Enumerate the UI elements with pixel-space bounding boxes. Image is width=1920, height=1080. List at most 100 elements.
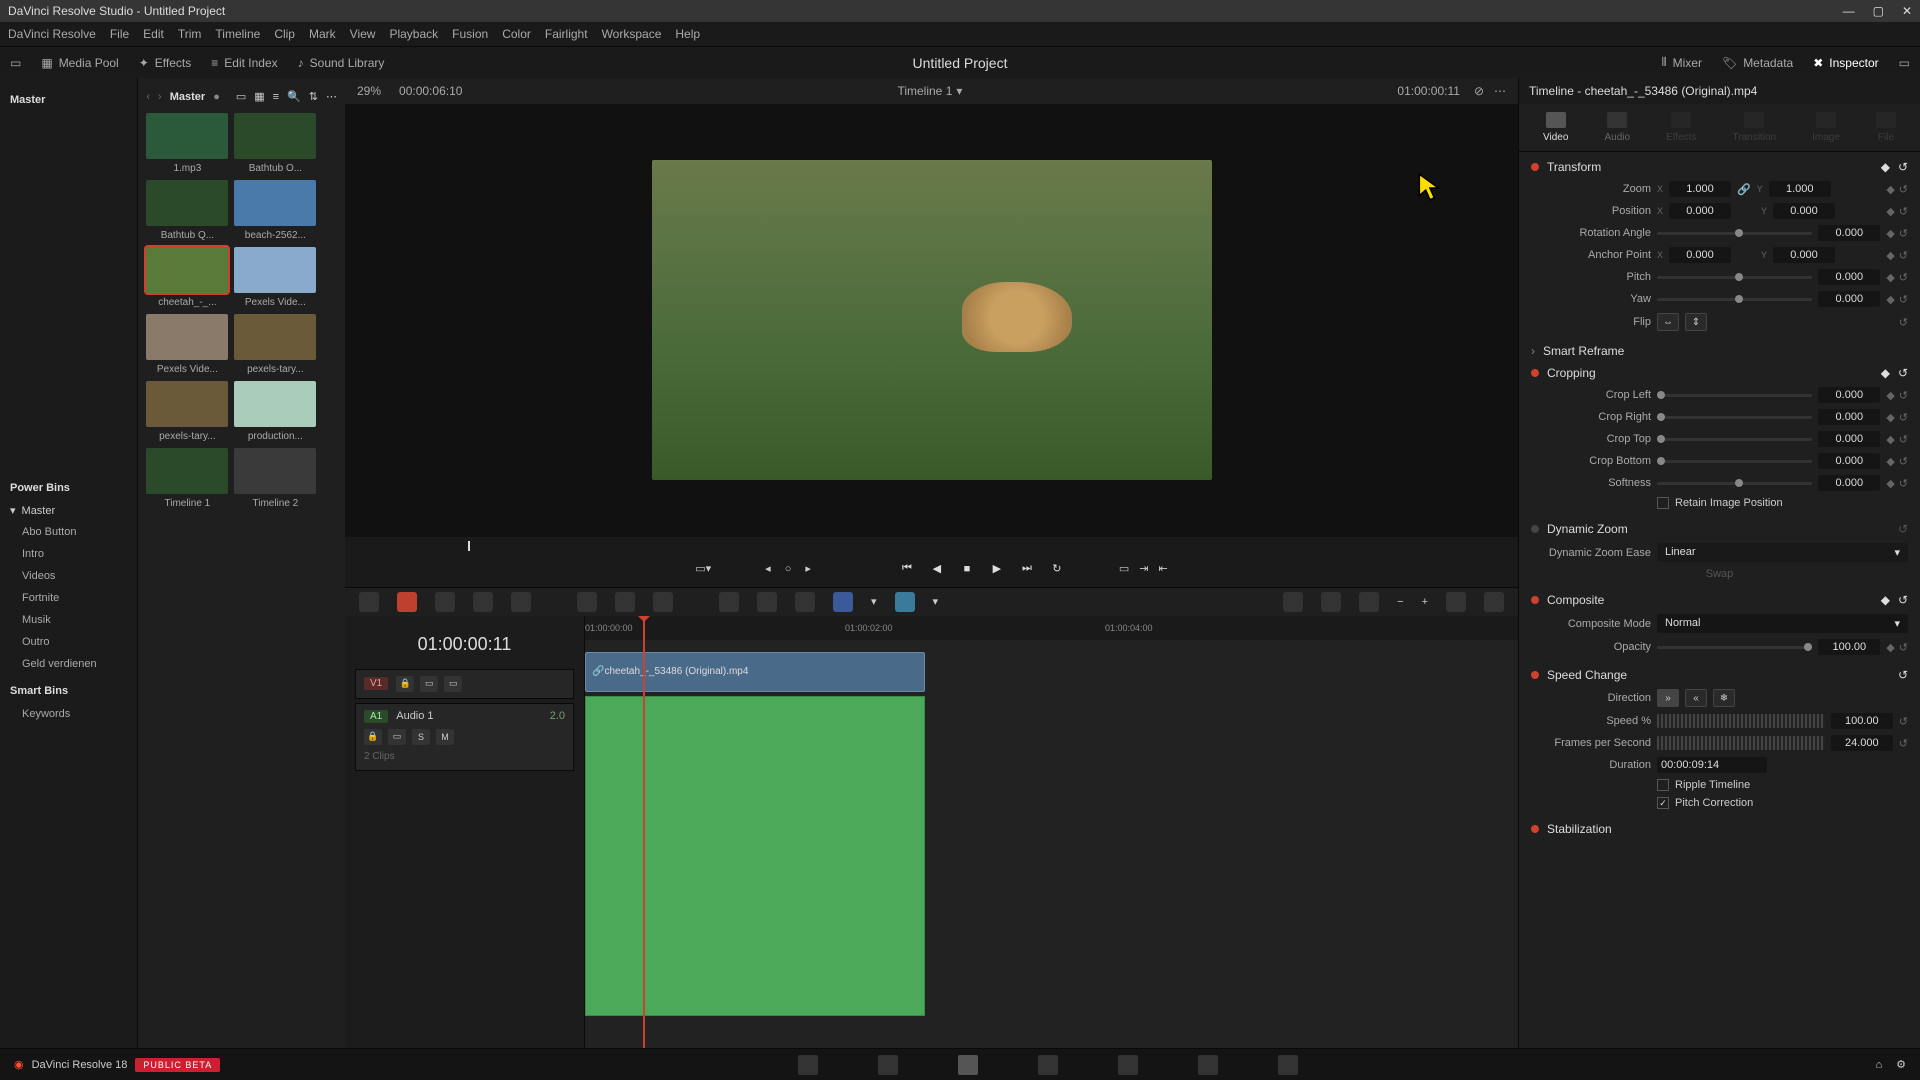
bypass-icon[interactable]: ⊘ — [1474, 84, 1484, 98]
bin-item[interactable]: Intro — [10, 543, 127, 565]
swap-button[interactable]: Swap — [1706, 568, 1734, 580]
reset-icon[interactable]: ↺ — [1899, 205, 1908, 218]
fairlight-page-icon[interactable] — [1198, 1055, 1218, 1075]
speed-slider[interactable] — [1657, 714, 1825, 728]
trim-tool-icon[interactable] — [435, 592, 455, 612]
section-smart-reframe[interactable]: Smart Reframe — [1543, 344, 1624, 358]
window-maximize-icon[interactable]: ▢ — [1873, 4, 1884, 18]
timeline-ruler[interactable]: 01:00:00:00 01:00:02:00 01:00:04:00 — [585, 616, 1518, 640]
video-clip[interactable]: 🔗 cheetah_-_53486 (Original).mp4 — [585, 652, 925, 692]
options-icon[interactable]: ⋯ — [1494, 84, 1506, 98]
keyframe-icon[interactable]: ◆ — [1886, 205, 1894, 218]
match-frame-prev-icon[interactable]: ◂ — [765, 562, 771, 575]
inspector-tab-audio[interactable]: Audio — [1604, 112, 1630, 143]
media-clip[interactable]: Pexels Vide... — [234, 247, 316, 308]
section-enable-dot[interactable] — [1531, 369, 1539, 377]
keyframe-icon[interactable]: ◆ — [1886, 227, 1894, 240]
yaw-slider[interactable] — [1657, 298, 1812, 301]
section-enable-dot[interactable] — [1531, 825, 1539, 833]
reset-icon[interactable]: ↺ — [1899, 316, 1908, 329]
nav-forward-icon[interactable]: › — [158, 91, 162, 103]
keyframe-icon[interactable]: ◆ — [1886, 271, 1894, 284]
window-close-icon[interactable]: ✕ — [1902, 4, 1912, 18]
metadata-button[interactable]: 🏷 Metadata — [1722, 56, 1793, 70]
opacity-slider[interactable] — [1657, 646, 1812, 649]
opacity-field[interactable] — [1818, 639, 1880, 655]
pitch-correction-checkbox[interactable]: ✓ — [1657, 797, 1669, 809]
marker-chevron-icon[interactable]: ▾ — [933, 595, 939, 608]
menu-timeline[interactable]: Timeline — [215, 27, 260, 41]
replace-icon[interactable] — [653, 592, 673, 612]
bin-item[interactable]: Fortnite — [10, 587, 127, 609]
media-pool-button[interactable]: ▦ Media Pool — [41, 56, 118, 70]
nav-back-icon[interactable]: ‹ — [146, 91, 150, 103]
menu-mark[interactable]: Mark — [309, 27, 336, 41]
media-clip[interactable]: pexels-tary... — [234, 314, 316, 375]
tl-options-icon[interactable] — [1484, 592, 1504, 612]
bin-item[interactable]: Outro — [10, 631, 127, 653]
play-icon[interactable]: ▶ — [989, 561, 1005, 577]
direction-forward-button[interactable]: » — [1657, 689, 1679, 707]
speed-field[interactable] — [1831, 713, 1893, 729]
media-clip[interactable]: pexels-tary... — [146, 381, 228, 442]
link-icon[interactable] — [757, 592, 777, 612]
flip-v-button[interactable]: ⇕ — [1685, 313, 1707, 331]
section-title-transform[interactable]: Transform — [1547, 160, 1601, 174]
section-enable-dot[interactable] — [1531, 671, 1539, 679]
power-bins-master[interactable]: ▾ Master — [10, 500, 127, 521]
media-clip[interactable]: Bathtub O... — [234, 113, 316, 174]
zoom-y-field[interactable] — [1769, 181, 1831, 197]
direction-reverse-button[interactable]: « — [1685, 689, 1707, 707]
reset-icon[interactable]: ↺ — [1898, 160, 1908, 174]
auto-select-icon[interactable]: ▭ — [388, 729, 406, 745]
sort-icon[interactable]: ⇅ — [309, 90, 318, 103]
step-back-icon[interactable]: ◀ — [929, 561, 945, 577]
snapping-icon[interactable] — [719, 592, 739, 612]
section-enable-dot[interactable] — [1531, 163, 1539, 171]
reset-icon[interactable]: ↺ — [1898, 522, 1908, 536]
zoom-out-icon[interactable]: − — [1397, 596, 1403, 608]
section-enable-dot[interactable] — [1531, 525, 1539, 533]
blade-tool-icon[interactable] — [511, 592, 531, 612]
section-title-composite[interactable]: Composite — [1547, 593, 1604, 607]
bin-item[interactable]: Videos — [10, 565, 127, 587]
go-end-icon[interactable]: ⏭ — [1019, 561, 1035, 577]
media-clip[interactable]: Timeline 2 — [234, 448, 316, 509]
media-clip[interactable]: Pexels Vide... — [146, 314, 228, 375]
audio-clip[interactable] — [585, 696, 925, 1016]
softness-field[interactable] — [1818, 475, 1880, 491]
color-page-icon[interactable] — [1118, 1055, 1138, 1075]
viewer-scrub-bar[interactable] — [405, 539, 1458, 553]
inspector-button[interactable]: ✖ Inspector — [1813, 56, 1878, 70]
deliver-page-icon[interactable] — [1278, 1055, 1298, 1075]
fps-slider[interactable] — [1657, 736, 1825, 750]
lock-icon[interactable]: 🔒 — [364, 729, 382, 745]
flip-h-button[interactable]: ⇔ — [1657, 313, 1679, 331]
reset-icon[interactable]: ↺ — [1898, 366, 1908, 380]
reset-icon[interactable]: ↺ — [1899, 249, 1908, 262]
timeline-canvas[interactable]: 01:00:00:00 01:00:02:00 01:00:04:00 🔗 ch… — [585, 616, 1518, 1049]
breadcrumb[interactable]: Master — [170, 91, 205, 103]
dynamic-trim-icon[interactable] — [473, 592, 493, 612]
crop-left-slider[interactable] — [1657, 394, 1812, 397]
crop-left-field[interactable] — [1818, 387, 1880, 403]
insert-icon[interactable] — [577, 592, 597, 612]
solo-button[interactable]: S — [412, 729, 430, 745]
pitch-field[interactable] — [1818, 269, 1880, 285]
auto-select-icon[interactable]: ▭ — [420, 676, 438, 692]
media-clip[interactable]: Timeline 1 — [146, 448, 228, 509]
keyframe-icon[interactable]: ◆ — [1886, 249, 1894, 262]
view-strip-icon[interactable]: ▭ — [236, 90, 246, 103]
media-clip[interactable]: production... — [234, 381, 316, 442]
keyframe-icon[interactable]: ◆ — [1886, 183, 1894, 196]
ease-select[interactable]: Linear▾ — [1657, 543, 1908, 562]
menu-trim[interactable]: Trim — [178, 27, 202, 41]
search-icon[interactable]: 🔍 — [287, 90, 301, 103]
cut-page-icon[interactable] — [878, 1055, 898, 1075]
menu-workspace[interactable]: Workspace — [602, 27, 662, 41]
edit-page-icon[interactable] — [958, 1055, 978, 1075]
smart-bin-item[interactable]: Keywords — [10, 703, 127, 725]
media-clip[interactable]: Bathtub Q... — [146, 180, 228, 241]
reset-icon[interactable]: ↺ — [1899, 271, 1908, 284]
view-list-icon[interactable]: ≡ — [273, 91, 279, 103]
